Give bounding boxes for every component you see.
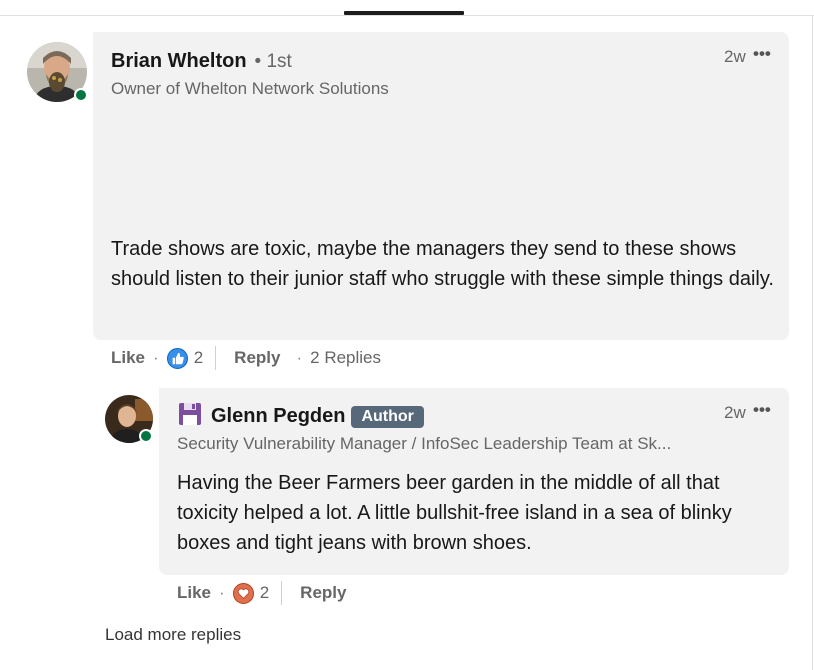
reply-avatar[interactable] (105, 395, 153, 443)
comment-bubble: Brian Whelton • 1st Owner of Whelton Net… (93, 32, 789, 340)
floppy-disk-icon (177, 403, 203, 430)
action-divider (281, 581, 283, 605)
reply-author-headline: Security Vulnerability Manager / InfoSec… (177, 434, 672, 453)
separator-dot: · (296, 348, 303, 367)
reply-bubble: Glenn Pegden Author Security Vulnerabili… (159, 388, 789, 575)
more-options-icon[interactable]: ••• (753, 44, 771, 64)
active-tab-indicator (344, 11, 464, 15)
reply-author-name[interactable]: Glenn Pegden (211, 405, 345, 428)
like-button[interactable]: Like (111, 348, 145, 368)
replies-count-link[interactable]: 2 Replies (310, 348, 381, 368)
action-divider (215, 346, 217, 370)
comment-timestamp: 2w (724, 47, 746, 66)
reply-timestamp: 2w (724, 403, 746, 422)
comment-author-headline: Owner of Whelton Network Solutions (111, 79, 389, 98)
connection-degree: • 1st (254, 51, 292, 72)
online-status-indicator (74, 88, 88, 102)
load-more-replies-button[interactable]: Load more replies (105, 625, 241, 645)
comment-author-name[interactable]: Brian Whelton (111, 50, 247, 73)
reaction-count[interactable]: 2 (260, 583, 269, 603)
tab-divider (0, 15, 814, 16)
separator-dot: · (153, 348, 159, 367)
reply-actions: Like · 2 Reply (177, 581, 346, 605)
like-reaction-icon[interactable] (166, 347, 188, 369)
panel-border (812, 15, 813, 670)
love-reaction-icon[interactable] (232, 582, 254, 604)
comments-panel: Brian Whelton • 1st Owner of Whelton Net… (0, 0, 814, 670)
online-status-indicator (139, 429, 153, 443)
reply-button[interactable]: Reply (234, 348, 280, 368)
more-options-icon[interactable]: ••• (753, 400, 771, 420)
like-button[interactable]: Like (177, 583, 211, 603)
comment-text: Trade shows are toxic, maybe the manager… (111, 238, 774, 290)
reply-text: Having the Beer Farmers beer garden in t… (177, 472, 732, 554)
reply-button[interactable]: Reply (300, 583, 346, 603)
separator-dot: · (219, 583, 225, 602)
reaction-count[interactable]: 2 (194, 348, 203, 368)
avatar[interactable] (27, 42, 88, 102)
author-badge: Author (351, 405, 424, 428)
comment-actions: Like · 2 Reply · 2 Replies (111, 346, 381, 370)
